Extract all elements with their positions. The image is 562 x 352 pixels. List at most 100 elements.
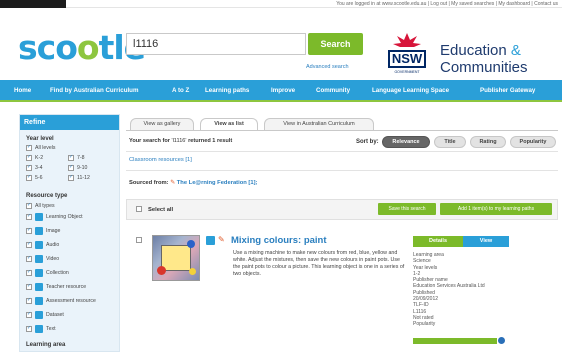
audio-icon [35, 241, 43, 249]
sort-by-label: Sort by: [356, 139, 379, 145]
checkbox-image[interactable] [26, 227, 32, 234]
label-all-types: All types [35, 203, 55, 209]
learning-area-heading: Learning area [26, 342, 66, 348]
label-k-2: K-2 [35, 155, 44, 161]
learning-federation-link[interactable]: The Le@rning Federation [1]; [177, 180, 258, 186]
waratah-icon [393, 33, 421, 47]
tabs-divider [126, 130, 558, 131]
education-communities-title: Education & Communities [440, 42, 528, 76]
label-learning-object: Learning Object [46, 214, 83, 220]
checkbox-k-2[interactable] [26, 154, 32, 161]
checkbox-text[interactable] [26, 325, 32, 332]
resource-type-heading: Resource type [26, 193, 68, 199]
nsw-wordmark: NSW [388, 50, 426, 68]
advanced-search-link[interactable]: Advanced search [306, 64, 349, 70]
nav-a-to-z[interactable]: A to Z [172, 87, 189, 94]
checkbox-5-6[interactable] [26, 174, 32, 181]
nav-publisher-gateway[interactable]: Publisher Gateway [480, 87, 535, 94]
thumbnail-canvas [161, 245, 191, 271]
video-icon [35, 255, 43, 263]
red-paint-blob [157, 266, 166, 275]
nav-home[interactable]: Home [14, 87, 31, 94]
site-header: scootle Search Advanced search NSW GOVER… [0, 8, 562, 80]
nav-improve[interactable]: Improve [271, 87, 295, 94]
checkbox-assessment-resource[interactable] [26, 297, 32, 304]
save-search-button[interactable]: Save this search [378, 203, 436, 215]
checkbox-learning-object[interactable] [26, 213, 32, 220]
label-dataset: Dataset [46, 312, 64, 318]
result-title[interactable]: Mixing colours: paint [231, 235, 327, 246]
meta-popularity-label: Popularity [413, 321, 436, 328]
checkbox-all-types[interactable] [26, 202, 32, 209]
sort-rating[interactable]: Rating [470, 136, 506, 148]
nsw-government-text: GOVERNMENT [394, 70, 420, 74]
label-3-4: 3-4 [35, 165, 43, 171]
main-nav: Home Find by Australian Curriculum A to … [0, 80, 562, 102]
collection-icon [35, 269, 43, 277]
label-all-levels: All levels [35, 145, 56, 151]
popularity-bar [413, 338, 497, 344]
label-video: Video [46, 256, 60, 262]
checkbox-teacher-resource[interactable] [26, 283, 32, 290]
checkbox-all-levels[interactable] [26, 144, 32, 151]
refine-header: Refine [20, 115, 119, 130]
label-5-6: 5-6 [35, 175, 43, 181]
tlf-icon: ✎ [218, 235, 225, 244]
nav-community[interactable]: Community [316, 87, 350, 94]
learning-object-icon [35, 213, 43, 221]
add-to-learning-paths-button[interactable]: Add 1 item(s) to my learning paths [440, 203, 552, 215]
blue-paint-blob [187, 240, 195, 248]
info-icon[interactable] [498, 337, 505, 344]
nsw-government-logo: NSW GOVERNMENT [384, 32, 432, 80]
checkbox-result-item[interactable] [136, 237, 142, 243]
sort-title[interactable]: Title [434, 136, 466, 148]
top-bar-dark-strip [0, 0, 66, 8]
checkbox-collection[interactable] [26, 269, 32, 276]
checkbox-audio[interactable] [26, 241, 32, 248]
label-image: Image [46, 228, 61, 234]
checkbox-select-all[interactable] [136, 206, 142, 212]
top-bar: You are logged in at www.scootle.edu.au … [0, 0, 562, 8]
tlf-icon: ✎ [170, 180, 176, 186]
result-metadata: Learning area Science Year levels 1-2 Pu… [413, 252, 513, 328]
classroom-resources-link[interactable]: Classroom resources [1] [129, 157, 192, 163]
label-collection: Collection [46, 270, 69, 276]
result-description: Use a mixing machine to make new colours… [233, 250, 405, 277]
checkbox-9-10[interactable] [68, 164, 74, 171]
assessment-resource-icon [35, 297, 43, 305]
teacher-resource-icon [35, 283, 43, 291]
label-9-10: 9-10 [77, 165, 88, 171]
text-icon [35, 325, 43, 333]
results-summary: Your search for 'l1116' returned 1 resul… [129, 138, 233, 144]
yellow-paint-blob [189, 268, 196, 275]
checkbox-video[interactable] [26, 255, 32, 262]
label-text: Text [46, 326, 56, 332]
sort-relevance[interactable]: Relevance [382, 136, 430, 148]
learning-object-icon [206, 236, 215, 245]
nav-language-learning-space[interactable]: Language Learning Space [372, 87, 449, 94]
select-all-label: Select all [148, 207, 174, 213]
checkbox-3-4[interactable] [26, 164, 32, 171]
nav-find-by-curriculum[interactable]: Find by Australian Curriculum [50, 87, 138, 94]
checkbox-7-8[interactable] [68, 154, 74, 161]
nav-learning-paths[interactable]: Learning paths [205, 87, 249, 94]
view-button[interactable]: View [463, 236, 509, 247]
image-icon [35, 227, 43, 235]
label-audio: Audio [46, 242, 60, 248]
dataset-icon [35, 311, 43, 319]
sourced-from: Sourced from: ✎ The Le@rning Federation … [129, 180, 258, 186]
account-links[interactable]: You are logged in at www.scootle.edu.au … [336, 1, 558, 7]
refine-sidebar: Refine Year level All levels K-2 7-8 3-4… [19, 114, 120, 352]
label-teacher-resource: Teacher resource [46, 284, 87, 290]
year-level-heading: Year level [26, 136, 54, 142]
details-tab[interactable]: Details [413, 236, 463, 247]
label-11-12: 11-12 [77, 175, 90, 181]
search-input[interactable] [126, 33, 306, 55]
checkbox-11-12[interactable] [68, 174, 74, 181]
checkbox-dataset[interactable] [26, 311, 32, 318]
label-assessment-resource: Assessment resource [46, 298, 96, 304]
label-7-8: 7-8 [77, 155, 85, 161]
result-thumbnail[interactable] [152, 235, 200, 281]
sort-popularity[interactable]: Popularity [510, 136, 556, 148]
search-button[interactable]: Search [308, 33, 363, 55]
